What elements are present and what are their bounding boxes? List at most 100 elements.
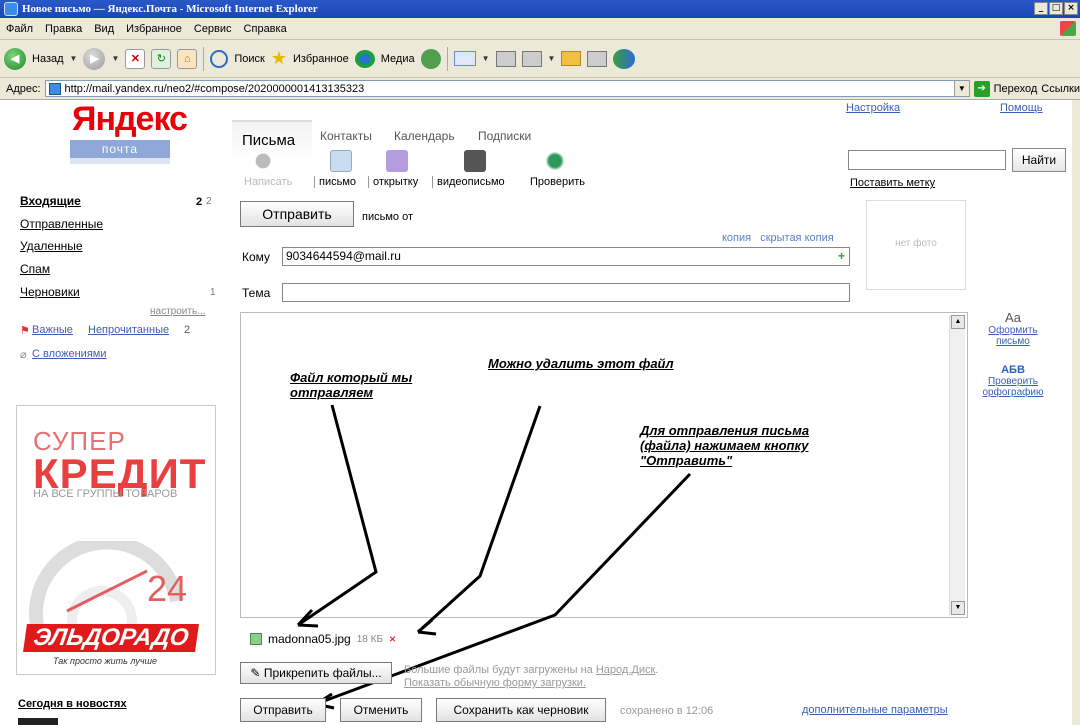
address-url[interactable]: http://mail.yandex.ru/neo2/#compose/2020…: [65, 83, 365, 95]
annotation-can-delete: Можно удалить этот файл: [488, 356, 674, 371]
forward-dropdown-icon[interactable]: ▼: [111, 54, 119, 63]
news-thumbnail[interactable]: [18, 718, 58, 725]
sidebar-item-inbox[interactable]: Входящие: [20, 194, 81, 208]
to-value[interactable]: 9034644594@mail.ru: [286, 249, 401, 263]
back-arrow-icon[interactable]: ◀: [4, 47, 26, 70]
menu-file[interactable]: Файл: [6, 23, 33, 35]
postcard-label[interactable]: открытку: [368, 176, 418, 188]
with-attachments-link[interactable]: С вложениями: [32, 348, 107, 360]
check-mail-icon[interactable]: [544, 150, 566, 172]
tab-subscriptions[interactable]: Подписки: [478, 129, 531, 143]
save-draft-button[interactable]: Сохранить как черновик: [436, 698, 606, 722]
tab-letters[interactable]: Письма: [242, 132, 295, 149]
attach-files-label[interactable]: Прикрепить файлы...: [264, 666, 382, 680]
postcard-icon[interactable]: [386, 150, 408, 172]
menu-edit[interactable]: Правка: [45, 23, 82, 35]
menu-view[interactable]: Вид: [94, 23, 114, 35]
stop-icon[interactable]: ✕: [125, 48, 146, 69]
paperclip-icon: ✎: [250, 666, 264, 680]
home-icon[interactable]: ⌂: [177, 48, 198, 69]
hidden-copy-link[interactable]: скрытая копия: [760, 232, 834, 244]
refresh-icon[interactable]: ↻: [151, 48, 172, 69]
video-letter-icon[interactable]: [464, 150, 486, 172]
editor-scrollbar[interactable]: ▲ ▼: [949, 315, 965, 615]
edit-dropdown-icon[interactable]: ▼: [548, 54, 556, 63]
folder-icon[interactable]: [561, 51, 582, 66]
spellcheck-tool[interactable]: АБВ Проверить орфографию: [980, 364, 1046, 398]
news-section-title[interactable]: Сегодня в новостях: [18, 698, 127, 710]
mail-search-input[interactable]: [848, 150, 1006, 170]
letter-label[interactable]: письмо: [314, 176, 356, 188]
favorites-star-icon[interactable]: ★: [271, 48, 287, 69]
write-icon[interactable]: [252, 150, 274, 172]
scroll-down-icon[interactable]: ▼: [951, 601, 965, 615]
favorites-button-label[interactable]: Избранное: [293, 53, 349, 65]
address-input[interactable]: http://mail.yandex.ru/neo2/#compose/2020…: [44, 80, 970, 97]
add-contact-icon[interactable]: +: [838, 248, 845, 265]
letter-icon[interactable]: [330, 150, 352, 172]
print-icon[interactable]: [495, 50, 516, 67]
media-button-label[interactable]: Медиа: [381, 53, 415, 65]
mail-logo-badge[interactable]: почта: [70, 140, 170, 164]
copy-links: копия скрытая копия: [722, 232, 834, 244]
subject-field[interactable]: [282, 283, 850, 302]
help-link[interactable]: Помощь: [1000, 102, 1043, 114]
search-icon[interactable]: [210, 49, 229, 68]
maximize-button[interactable]: □: [1049, 2, 1063, 15]
tab-calendar[interactable]: Календарь: [394, 129, 455, 143]
sidebar-item-drafts[interactable]: Черновики: [20, 285, 80, 299]
minimize-button[interactable]: _: [1034, 2, 1048, 15]
format-letter-tool[interactable]: Aa Оформить письмо: [980, 310, 1046, 347]
cancel-button[interactable]: Отменить: [340, 698, 422, 722]
find-button[interactable]: Найти: [1012, 148, 1066, 172]
copy-link[interactable]: копия: [722, 232, 751, 244]
sidebar-item-deleted[interactable]: Удаленные: [20, 239, 83, 253]
yandex-logo[interactable]: Яндекс: [72, 102, 188, 136]
remove-attachment-icon[interactable]: ×: [389, 632, 396, 646]
to-field[interactable]: 9034644594@mail.ru +: [282, 247, 850, 266]
search-button-label[interactable]: Поиск: [234, 53, 264, 65]
important-link[interactable]: Важные: [32, 324, 73, 336]
go-button-label[interactable]: Переход: [994, 83, 1038, 95]
close-button[interactable]: ×: [1064, 2, 1078, 15]
scroll-up-icon[interactable]: ▲: [951, 315, 965, 329]
narod-disk-link[interactable]: Народ.Диск: [596, 664, 655, 676]
mail-icon[interactable]: [453, 51, 476, 66]
research-icon[interactable]: [587, 50, 608, 67]
configure-folders-link[interactable]: настроить...: [150, 306, 206, 317]
links-label[interactable]: Ссылки: [1041, 83, 1080, 95]
history-icon[interactable]: [420, 48, 441, 69]
address-dropdown-icon[interactable]: ▼: [953, 81, 969, 96]
back-dropdown-icon[interactable]: ▼: [70, 54, 78, 63]
format-letter-link[interactable]: Оформить письмо: [980, 325, 1046, 347]
write-label[interactable]: Написать: [244, 176, 292, 188]
mail-dropdown-icon[interactable]: ▼: [482, 54, 490, 63]
messenger-icon[interactable]: [613, 48, 636, 69]
sidebar-item-spam[interactable]: Спам: [20, 262, 50, 276]
back-button-label[interactable]: Назад: [32, 53, 64, 65]
tab-contacts[interactable]: Контакты: [320, 129, 372, 143]
send-button[interactable]: Отправить: [240, 698, 326, 722]
sidebar-item-sent[interactable]: Отправленные: [20, 217, 103, 231]
menu-favorites[interactable]: Избранное: [126, 23, 182, 35]
forward-arrow-icon[interactable]: ▶: [83, 47, 106, 70]
saved-status: сохранено в 12:06: [620, 705, 714, 717]
unread-link[interactable]: Непрочитанные: [88, 324, 169, 336]
video-letter-label[interactable]: видеописьмо: [432, 176, 505, 188]
ad-banner[interactable]: СУПЕР КРЕДИТ НА ВСЕ ГРУППЫ ТОВАРОВ 24 ЭЛ…: [16, 405, 216, 675]
flag-icon: ⚑: [20, 325, 30, 337]
menu-tools[interactable]: Сервис: [194, 23, 232, 35]
put-label-link[interactable]: Поставить метку: [850, 177, 935, 189]
go-arrow-icon[interactable]: ➔: [973, 80, 990, 97]
menu-help[interactable]: Справка: [244, 23, 287, 35]
attach-files-button[interactable]: ✎ Прикрепить файлы...: [240, 662, 392, 684]
spellcheck-link[interactable]: Проверить орфографию: [980, 376, 1046, 398]
edit-icon[interactable]: [521, 50, 542, 67]
extra-params-link[interactable]: дополнительные параметры: [802, 704, 948, 716]
send-top-button[interactable]: Отправить: [240, 201, 354, 227]
media-icon[interactable]: [354, 49, 375, 68]
settings-link[interactable]: Настройка: [846, 102, 900, 114]
check-label[interactable]: Проверить: [530, 176, 585, 188]
attachment-name[interactable]: madonna05.jpg: [268, 632, 351, 646]
simple-upload-link[interactable]: Показать обычную форму загрузки.: [404, 677, 586, 689]
